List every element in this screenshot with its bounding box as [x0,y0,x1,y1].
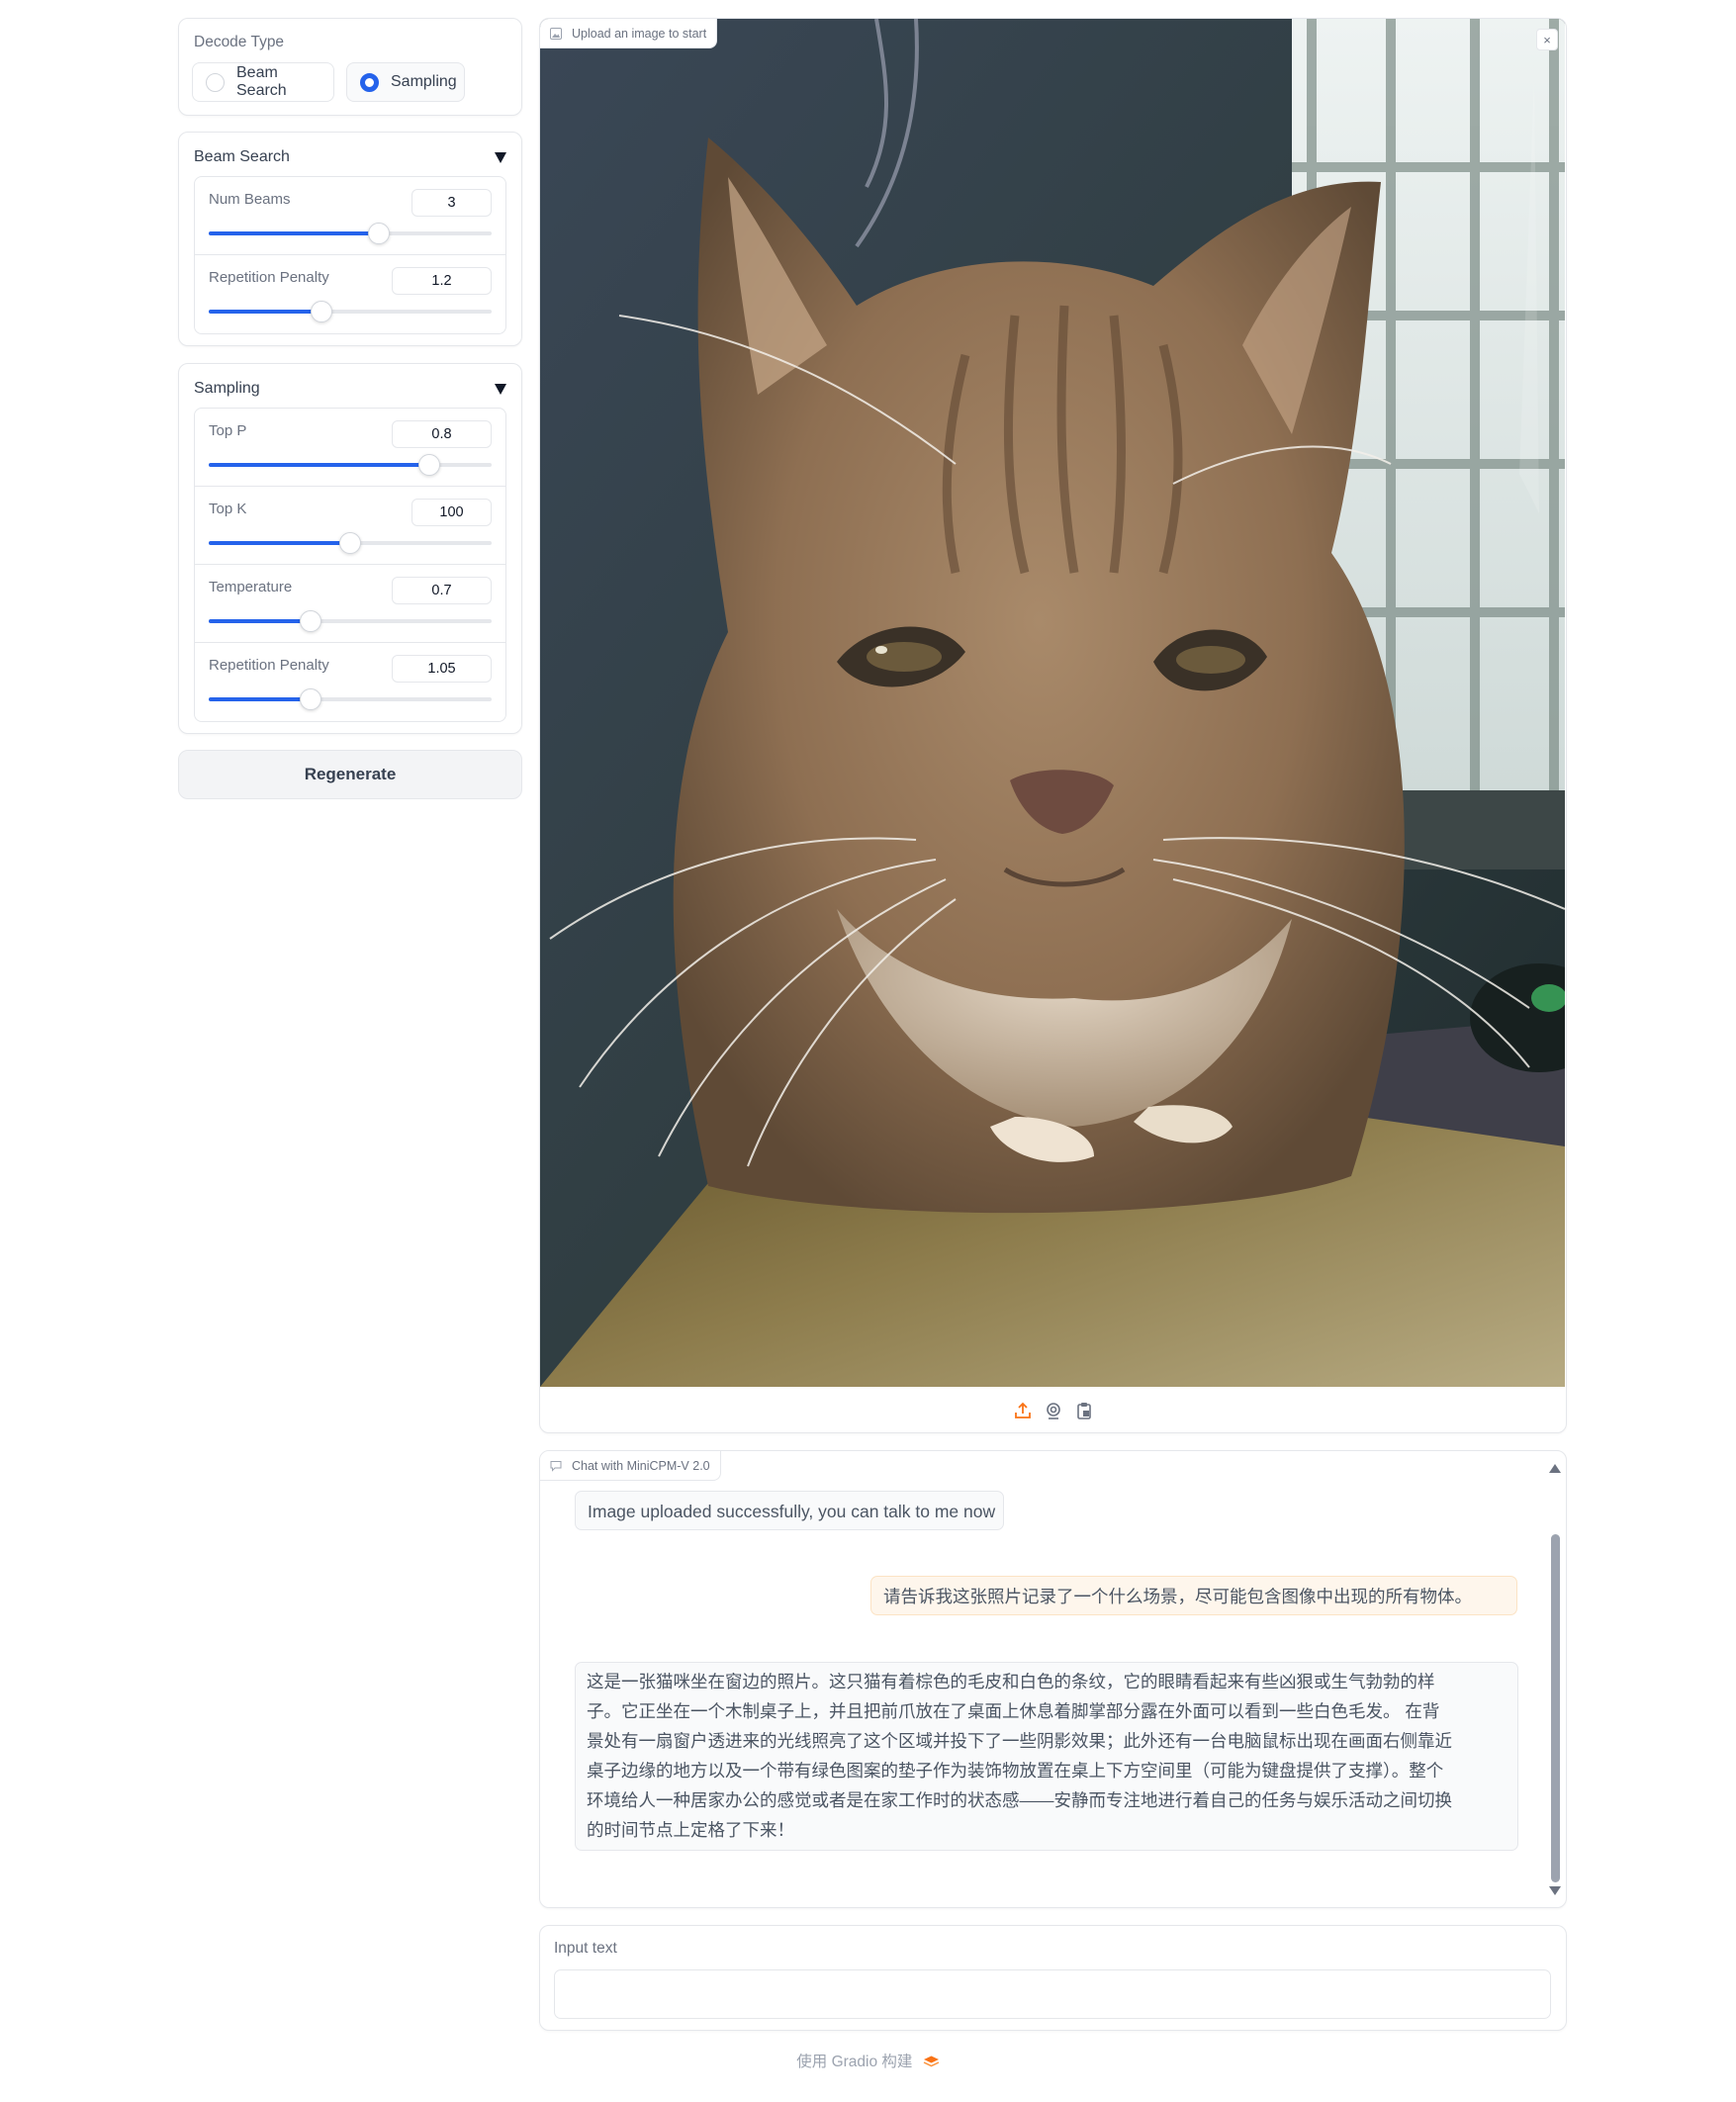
top-p-input[interactable]: 0.8 [392,420,492,448]
close-icon[interactable]: × [1536,29,1558,50]
beam-repetition-penalty-input[interactable]: 1.2 [392,267,492,295]
radio-beam-search[interactable]: Beam Search [192,62,334,102]
top-p-row: Top P 0.8 [195,409,505,487]
slider-fill [209,310,322,314]
beam-search-accordion: Beam Search Num Beams 3 Repetition Penal… [178,132,522,346]
regenerate-button[interactable]: Regenerate [178,750,522,799]
slider-thumb[interactable] [367,223,390,244]
beam-repetition-penalty-row: Repetition Penalty 1.2 [195,255,505,333]
collapse-triangle-icon[interactable] [495,151,506,163]
webcam-icon[interactable] [1045,1402,1062,1419]
temperature-row: Temperature 0.7 [195,565,505,643]
input-text-group: Input text [539,1925,1567,2031]
message-line: 桌子边缘的地方以及一个带有绿色图案的垫子作为装饰物放置在桌上下方空间里（可能为键… [587,1761,1444,1781]
decode-type-label: Decode Type [194,34,285,50]
bot-message: 这是一张猫咪坐在窗边的照片。这只猫有着棕色的毛皮和白色的条纹，它的眼睛看起来有些… [575,1662,1518,1851]
temperature-label: Temperature [209,579,293,595]
slider-fill [209,697,311,701]
beam-search-params: Num Beams 3 Repetition Penalty 1.2 [194,176,506,334]
footer-text[interactable]: 使用 Gradio 构建 [796,2054,912,2070]
slider-thumb[interactable] [418,454,441,476]
image-upload-panel[interactable]: Upload an image to start × [539,18,1567,1433]
sampling-title: Sampling [194,380,260,397]
beam-repetition-penalty-label: Repetition Penalty [209,269,329,286]
beam-search-title: Beam Search [194,148,290,165]
footer: 使用 Gradio 构建 [0,2050,1736,2071]
input-text-field[interactable] [554,1969,1551,2019]
message-line: 景处有一扇窗户透进来的光线照亮了这个区域并投下了一些阴影效果；此外还有一台电脑鼠… [587,1731,1452,1751]
gradio-logo-icon [923,2055,940,2067]
clipboard-icon[interactable] [1075,1402,1093,1419]
scroll-down-icon[interactable] [1549,1886,1561,1895]
sampling-header[interactable]: Sampling [194,378,506,400]
slider-fill [209,619,311,623]
image-panel-tag-label: Upload an image to start [572,26,707,41]
collapse-triangle-icon[interactable] [495,383,506,395]
slider-thumb[interactable] [299,610,321,632]
radio-sampling[interactable]: Sampling [346,62,465,102]
radio-circle-icon [206,72,225,92]
beam-repetition-penalty-slider[interactable] [209,301,492,322]
message-line: 这是一张猫咪坐在窗边的照片。这只猫有着棕色的毛皮和白色的条纹，它的眼睛看起来有些… [587,1672,1435,1691]
sampling-repetition-penalty-slider[interactable] [209,688,492,710]
slider-fill [209,231,379,235]
top-p-slider[interactable] [209,454,492,476]
image-source-toolbar [540,1389,1566,1432]
top-k-slider[interactable] [209,532,492,554]
temperature-slider[interactable] [209,610,492,632]
chat-panel-tag-label: Chat with MiniCPM-V 2.0 [572,1458,710,1473]
top-k-input[interactable]: 100 [411,499,492,526]
radio-sampling-label: Sampling [391,73,457,90]
slider-thumb[interactable] [339,532,361,554]
chat-icon [550,1460,562,1472]
chatbot-panel: Chat with MiniCPM-V 2.0 Image uploaded s… [539,1450,1567,1908]
sampling-repetition-penalty-label: Repetition Penalty [209,657,329,674]
radio-checked-icon [360,72,379,92]
user-message: 请告诉我这张照片记录了一个什么场景，尽可能包含图像中出现的所有物体。 [870,1576,1517,1615]
beam-search-header[interactable]: Beam Search [194,146,506,168]
decode-type-group: Decode Type Beam Search Sampling [178,18,522,116]
top-k-row: Top K 100 [195,487,505,565]
num-beams-input[interactable]: 3 [411,189,492,217]
message-line: 子。它正坐在一个木制桌子上，并且把前爪放在了桌面上休息着脚掌部分露在外面可以看到… [587,1701,1440,1721]
input-text-label: Input text [554,1940,617,1957]
temperature-input[interactable]: 0.7 [392,577,492,604]
chat-panel-tag: Chat with MiniCPM-V 2.0 [540,1451,721,1481]
message-line: 的时间节点上定格了下来！ [587,1820,794,1840]
scroll-up-icon[interactable] [1549,1464,1561,1473]
num-beams-slider[interactable] [209,223,492,244]
num-beams-label: Num Beams [209,191,291,208]
image-panel-tag: Upload an image to start [540,19,718,48]
chat-scrollbar[interactable] [1551,1534,1560,1882]
sampling-repetition-penalty-input[interactable]: 1.05 [392,655,492,683]
image-icon [550,27,562,40]
uploaded-cat-photo [540,19,1565,1387]
bot-message: Image uploaded successfully, you can tal… [575,1491,1004,1530]
top-p-label: Top P [209,422,247,439]
slider-fill [209,463,430,467]
radio-beam-search-label: Beam Search [236,64,287,99]
upload-icon[interactable] [1014,1402,1032,1419]
slider-thumb[interactable] [299,688,321,710]
sampling-repetition-penalty-row: Repetition Penalty 1.05 [195,643,505,721]
top-k-label: Top K [209,501,247,517]
slider-fill [209,541,350,545]
num-beams-slider-row: Num Beams 3 [195,177,505,255]
slider-thumb[interactable] [311,301,333,322]
sampling-accordion: Sampling Top P 0.8 Top K 100 Temperature… [178,363,522,734]
message-line: 环境给人一种居家办公的感觉或者是在家工作时的状态感——安静而专注地进行着自己的任… [587,1790,1452,1810]
sampling-params: Top P 0.8 Top K 100 Temperature 0.7 Repe… [194,408,506,722]
